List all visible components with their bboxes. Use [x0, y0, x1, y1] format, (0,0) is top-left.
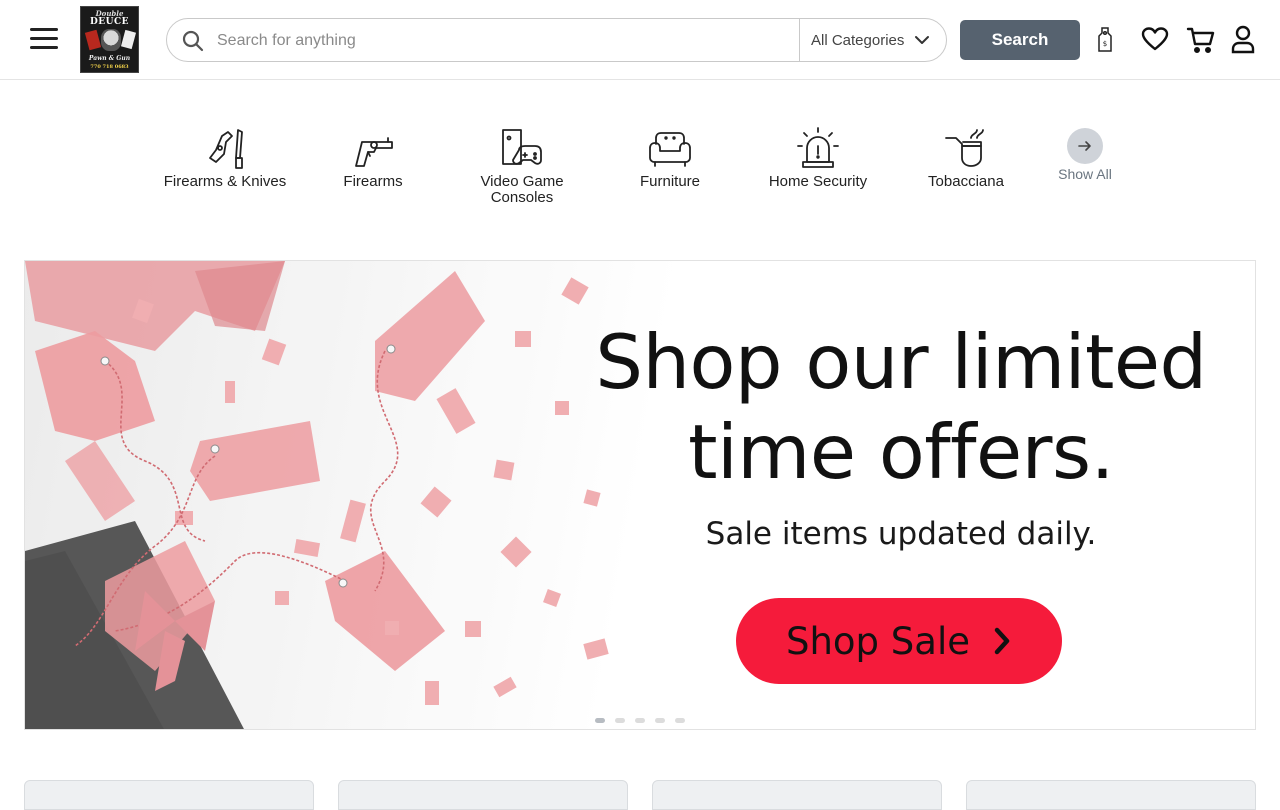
carousel-dot[interactable] — [595, 718, 605, 723]
sale-tags-illustration — [25, 261, 645, 729]
arrow-right-icon — [1067, 128, 1103, 164]
product-card[interactable] — [966, 780, 1256, 810]
search-bar: All Categories — [166, 18, 947, 62]
banner-subtitle: Sale items updated daily. — [705, 516, 1097, 552]
product-card[interactable] — [652, 780, 942, 810]
product-card[interactable] — [24, 780, 314, 810]
price-tag-icon[interactable]: $ — [1096, 26, 1114, 54]
category-label: Furniture — [639, 173, 701, 190]
chevron-right-icon — [994, 627, 1010, 655]
hero-banner[interactable]: Shop our limited time offers. Sale items… — [24, 260, 1256, 730]
banner-title: Shop our limited time offers. — [595, 318, 1207, 496]
category-select[interactable]: All Categories — [799, 19, 947, 61]
menu-icon[interactable] — [30, 28, 58, 50]
store-logo[interactable]: Double DEUCE Pawn & Gun 770 718 0683 — [80, 6, 139, 73]
category-select-label: All Categories — [811, 31, 905, 49]
heart-icon[interactable] — [1141, 27, 1169, 52]
search-button[interactable]: Search — [960, 20, 1080, 60]
chevron-down-icon — [915, 36, 930, 44]
svg-text:$: $ — [1103, 40, 1107, 48]
show-all-categories[interactable]: Show All — [1058, 128, 1112, 182]
category-firearms[interactable]: Firearms — [308, 120, 438, 190]
carousel-dot[interactable] — [615, 718, 625, 723]
sofa-icon — [649, 132, 691, 167]
search-icon — [182, 30, 204, 52]
shop-sale-label: Shop Sale — [785, 619, 971, 663]
category-home-security[interactable]: Home Security — [753, 120, 883, 190]
category-furniture[interactable]: Furniture — [605, 120, 735, 190]
category-nav: Firearms & Knives Firearms Video Game Co… — [0, 120, 1280, 220]
site-header: Double DEUCE Pawn & Gun 770 718 0683 All… — [0, 0, 1280, 80]
category-label: Video Game Consoles — [480, 173, 564, 206]
carousel-dots — [595, 718, 685, 723]
cart-icon[interactable] — [1186, 26, 1216, 54]
pipe-icon — [945, 129, 984, 167]
carousel-dot[interactable] — [635, 718, 645, 723]
product-card-row — [0, 780, 1280, 810]
game-console-icon — [502, 129, 542, 165]
product-card[interactable] — [338, 780, 628, 810]
category-label: Tobacciana — [928, 173, 1004, 190]
category-label: Firearms — [343, 173, 403, 190]
category-tobacciana[interactable]: Tobacciana — [901, 120, 1031, 190]
revolver-icon — [355, 137, 393, 167]
search-input[interactable] — [217, 29, 787, 53]
shop-sale-button[interactable]: Shop Sale — [736, 598, 1062, 684]
alarm-light-icon — [797, 127, 839, 168]
carousel-dot[interactable] — [655, 718, 665, 723]
carousel-dot[interactable] — [675, 718, 685, 723]
user-icon[interactable] — [1231, 25, 1255, 54]
category-label: Home Security — [768, 173, 868, 190]
logo-line3: Pawn & Gun — [88, 55, 131, 62]
category-firearms-knives[interactable]: Firearms & Knives — [160, 120, 290, 190]
logo-phone: 770 718 0683 — [90, 64, 129, 70]
category-label: Firearms & Knives — [163, 173, 287, 190]
gun-knife-icon — [209, 129, 243, 169]
logo-line2: DEUCE — [89, 17, 130, 27]
show-all-label: Show All — [1058, 166, 1112, 182]
category-video-game-consoles[interactable]: Video Game Consoles — [457, 120, 587, 206]
